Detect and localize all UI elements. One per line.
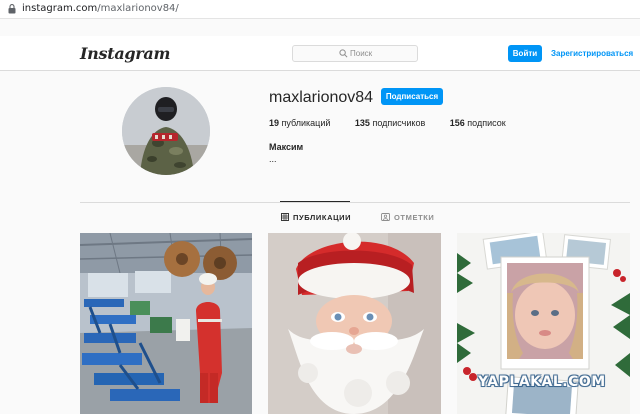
url-path: /maxlarionov84/ [97,3,179,14]
browser-address-bar[interactable]: instagram.com/maxlarionov84/ [0,0,640,19]
tabs-divider [80,202,630,203]
following-label: подписок [467,118,506,128]
tab-posts-label: ПУБЛИКАЦИИ [293,213,352,222]
factory-worker-photo [80,233,252,414]
profile-stats: 19 публикаций 135 подписчиков 156 подпис… [269,118,506,128]
top-navigation: Instagram Войти Зарегистрироваться [0,36,640,71]
posts-count: 19 [269,118,280,128]
followers-count: 135 [354,118,370,128]
login-button[interactable]: Войти [508,45,542,62]
watermark: YAPLAKAL.COM [478,374,606,390]
posts-stat: 19 публикаций [269,118,330,128]
url-text[interactable]: instagram.com/maxlarionov84/ [22,3,179,14]
tab-tagged[interactable]: ОТМЕТКИ [381,213,434,222]
following-stat[interactable]: 156 подписок [450,118,506,128]
tag-user-icon [381,213,390,221]
register-link[interactable]: Зарегистрироваться [551,45,633,62]
lock-icon [8,4,16,14]
instagram-logo[interactable]: Instagram [80,44,170,63]
avatar-image [122,87,210,175]
tab-tagged-label: ОТМЕТКИ [394,213,435,222]
followers-stat[interactable]: 135 подписчиков [355,118,425,128]
post-thumbnail-1[interactable] [80,233,252,414]
grid-icon [281,213,289,221]
follow-button[interactable]: Подписаться [381,88,443,105]
profile-full-name: Максим [269,142,304,152]
tab-posts[interactable]: ПУБЛИКАЦИИ [281,213,351,222]
active-tab-indicator [280,201,350,202]
search-input[interactable] [350,46,410,61]
profile-bio: ... [269,154,277,164]
search-icon [339,49,348,58]
avatar[interactable] [122,87,210,175]
url-host: instagram.com [22,3,98,14]
followers-label: подписчиков [372,118,426,128]
posts-label: публикаций [281,118,331,128]
profile-username: maxlarionov84 [269,89,374,106]
following-count: 156 [449,118,465,128]
search-box[interactable] [292,45,418,62]
post-thumbnail-2[interactable] [268,233,441,414]
santa-child-photo [268,233,441,414]
